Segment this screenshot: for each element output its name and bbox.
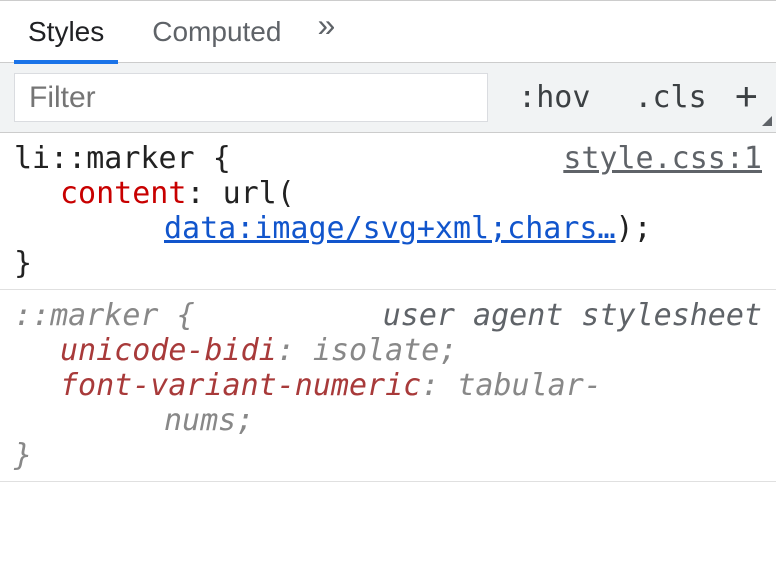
css-value: isolate bbox=[313, 333, 439, 368]
css-property: unicode-bidi bbox=[60, 333, 277, 368]
css-rule: style.css:1 li::marker { content: url( d… bbox=[0, 133, 776, 290]
css-value-continuation: data:image/svg+xml;chars…); bbox=[14, 211, 762, 246]
data-url-link[interactable]: data:image/svg+xml;chars… bbox=[164, 211, 616, 246]
css-selector[interactable]: li::marker bbox=[14, 141, 195, 176]
css-property: content bbox=[60, 176, 186, 211]
plus-icon: + bbox=[735, 75, 758, 120]
css-value-fn-close: ); bbox=[616, 211, 652, 246]
tab-bar: Styles Computed » bbox=[0, 1, 776, 63]
css-value: tabular- bbox=[457, 368, 602, 403]
tab-computed[interactable]: Computed bbox=[128, 1, 305, 63]
css-value-continuation: nums; bbox=[14, 403, 762, 438]
brace-close: } bbox=[14, 246, 32, 281]
css-value: nums bbox=[164, 403, 236, 438]
rule-source-link[interactable]: style.css:1 bbox=[563, 141, 762, 176]
styles-toolbar: :hov .cls + bbox=[0, 63, 776, 133]
brace-open: { bbox=[213, 141, 231, 176]
tab-styles[interactable]: Styles bbox=[4, 1, 128, 63]
css-declaration[interactable]: unicode-bidi: isolate; bbox=[14, 333, 762, 368]
tab-computed-label: Computed bbox=[152, 16, 281, 48]
chevron-double-right-icon: » bbox=[317, 7, 339, 44]
css-semicolon: ; bbox=[236, 403, 254, 438]
cls-label: .cls bbox=[634, 80, 706, 115]
css-colon: : bbox=[421, 368, 439, 403]
filter-input[interactable] bbox=[14, 73, 488, 122]
tab-styles-label: Styles bbox=[28, 16, 104, 48]
css-selector[interactable]: ::marker bbox=[14, 298, 159, 333]
hov-toggle[interactable]: :hov bbox=[496, 63, 612, 132]
brace-close: } bbox=[14, 438, 32, 473]
css-property: font-variant-numeric bbox=[60, 368, 421, 403]
css-value-fn-open: url( bbox=[223, 176, 295, 211]
styles-panel: Styles Computed » :hov .cls + style.css:… bbox=[0, 0, 776, 482]
css-colon: : bbox=[277, 333, 295, 368]
css-semicolon: ; bbox=[439, 333, 457, 368]
rule-source-user-agent: user agent stylesheet bbox=[383, 298, 762, 333]
css-declaration[interactable]: content: url( bbox=[14, 176, 762, 211]
css-rule-user-agent: user agent stylesheet ::marker { unicode… bbox=[0, 290, 776, 482]
css-colon: : bbox=[186, 176, 204, 211]
css-declaration[interactable]: font-variant-numeric: tabular- bbox=[14, 368, 762, 403]
hov-label: :hov bbox=[518, 80, 590, 115]
cls-toggle[interactable]: .cls bbox=[612, 63, 728, 132]
brace-open: { bbox=[177, 298, 195, 333]
new-style-rule-button[interactable]: + bbox=[729, 63, 776, 132]
tabs-overflow[interactable]: » bbox=[305, 7, 351, 44]
